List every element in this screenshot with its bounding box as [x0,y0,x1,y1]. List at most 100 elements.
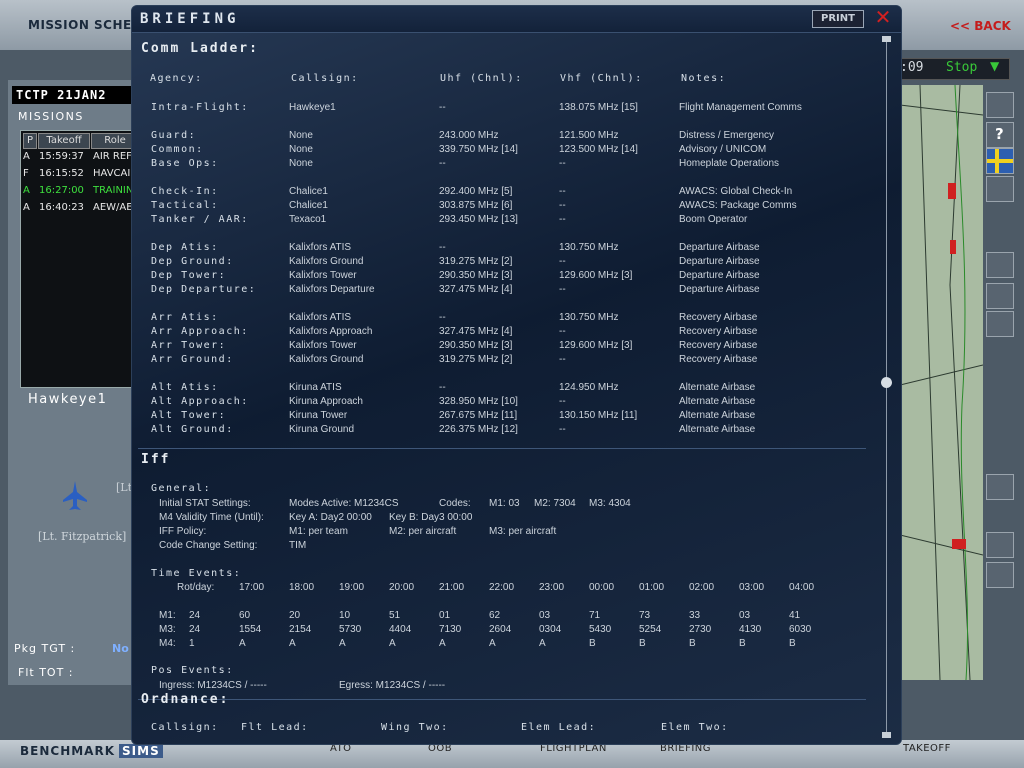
time-events-title: Time Events: [151,568,242,579]
mission-p[interactable]: F [23,168,29,179]
mode-code: 24 [189,610,201,621]
map-view[interactable] [899,84,984,681]
time-slot: 19:00 [339,582,365,593]
comm-header-vhf: Vhf (Chnl): [560,73,643,84]
mode-code: 5254 [639,624,662,635]
mission-time[interactable]: 16:15:52 [39,168,84,179]
mode-label: M1: [159,610,176,621]
comm-notes: Homeplate Operations [679,158,780,169]
flt-tot-label: Flt TOT : [18,666,74,679]
mode-label: M4: [159,638,176,649]
zoom-in-icon[interactable] [986,283,1014,309]
iff-general-value: Key A: Day2 00:00 [289,512,372,523]
zoom-out-icon[interactable] [986,252,1014,278]
mode-code: 60 [239,610,251,621]
missions-list[interactable]: P Takeoff Role A 15:59:37 AIR REF F 16:15:52… [20,130,140,388]
stop-button[interactable]: Stop [946,60,977,75]
comm-agency: Arr Atis: [151,312,219,323]
profile-icon[interactable] [986,474,1014,500]
flag-icon[interactable] [986,148,1014,174]
comm-vhf: 129.600 MHz [3] [559,270,633,281]
comm-callsign: Kalixfors ATIS [289,312,352,323]
time-slot: 18:00 [289,582,315,593]
mission-role[interactable]: HAVCAI [93,168,130,179]
mission-role[interactable]: TRAININ [93,185,133,196]
print-button[interactable]: PRINT [812,10,864,28]
mode-code: 5430 [589,624,612,635]
comm-notes: Alternate Airbase [679,410,756,421]
comm-callsign: Kiruna Tower [289,410,348,421]
pilot-name: [Lt. Fitzpatrick] [38,530,127,543]
comm-callsign: Kalixfors Departure [289,284,375,295]
comm-callsign: Kalixfors Tower [289,270,357,281]
comm-header-agency: Agency: [150,73,203,84]
comm-uhf: 339.750 MHz [14] [439,144,518,155]
egress-text: Egress: M1234CS / ----- [339,680,446,691]
comm-agency: Dep Tower: [151,270,227,281]
mission-time[interactable]: 16:27:00 [39,185,84,196]
jet-label: [Lt [116,481,133,494]
comm-callsign: Chalice1 [289,200,328,211]
missions-header-takeoff[interactable]: Takeoff [38,133,90,149]
comm-header-uhf: Uhf (Chnl): [440,73,523,84]
mission-time[interactable]: 16:40:23 [39,202,84,213]
package-icon[interactable] [986,532,1014,558]
comm-agency: Alt Tower: [151,410,227,421]
ingress-text: Ingress: M1234CS / ----- [159,680,267,691]
comm-uhf: 303.875 MHz [6] [439,200,513,211]
comm-agency: Common: [151,144,204,155]
time-slot: 02:00 [689,582,715,593]
rot-day-label: Rot/day: [177,582,215,593]
weather-icon[interactable] [986,562,1014,588]
jet-icon[interactable] [62,480,88,512]
comm-vhf: -- [559,284,566,295]
mission-role[interactable]: AEW/AE [93,202,133,213]
select-tool-icon[interactable] [986,92,1014,118]
mode-code: A [489,638,496,649]
comm-uhf: 226.375 MHz [12] [439,424,518,435]
close-icon[interactable]: ✕ [873,6,893,28]
briefing-title-bar[interactable]: BRIEFING PRINT ✕ [132,6,901,33]
mode-code: 71 [589,610,601,621]
pkg-tgt-label: Pkg TGT : [14,642,76,655]
comm-agency: Dep Atis: [151,242,219,253]
scroll-down-icon[interactable] [882,732,891,738]
mode-code: 2604 [489,624,512,635]
time-slot: 03:00 [739,582,765,593]
comm-uhf: 328.950 MHz [10] [439,396,518,407]
layers-icon[interactable] [986,176,1014,202]
iff-general-value: TIM [289,540,307,551]
comm-agency: Dep Ground: [151,256,234,267]
mission-p[interactable]: A [23,185,30,196]
comm-vhf: -- [559,396,566,407]
comm-notes: Departure Airbase [679,242,760,253]
mission-p[interactable]: A [23,151,30,162]
mode-code: 4404 [389,624,412,635]
mode-code: 10 [339,610,351,621]
pkg-tgt-value[interactable]: No [112,642,129,655]
scroll-thumb[interactable] [881,377,892,388]
date-label: TCTP 21JAN2 [12,86,140,104]
mode-code: A [539,638,546,649]
mission-p[interactable]: A [23,202,30,213]
help-icon[interactable]: ? [986,122,1014,148]
ordnance-header-flt-lead: Flt Lead: [241,722,309,733]
comm-vhf: -- [559,200,566,211]
mode-code: B [789,638,796,649]
comm-header-callsign: Callsign: [291,73,359,84]
comm-callsign: Chalice1 [289,186,328,197]
fit-view-icon[interactable] [986,311,1014,337]
mission-role[interactable]: AIR REF [93,151,132,162]
iff-general-value: Codes: [439,498,471,509]
comm-notes: Recovery Airbase [679,354,758,365]
iff-general-label: M4 Validity Time (Until): [159,512,264,523]
chevron-down-icon[interactable]: ▼ [990,59,999,73]
comm-callsign: Kiruna Ground [289,424,355,435]
back-button[interactable]: << BACK [950,19,1011,33]
comm-notes: Departure Airbase [679,256,760,267]
missions-header-p[interactable]: P [23,133,37,149]
mission-time[interactable]: 15:59:37 [39,151,84,162]
scroll-up-icon[interactable] [882,36,891,42]
tab-takeoff[interactable]: TAKEOFF [903,743,951,754]
scrollbar[interactable] [881,36,892,740]
